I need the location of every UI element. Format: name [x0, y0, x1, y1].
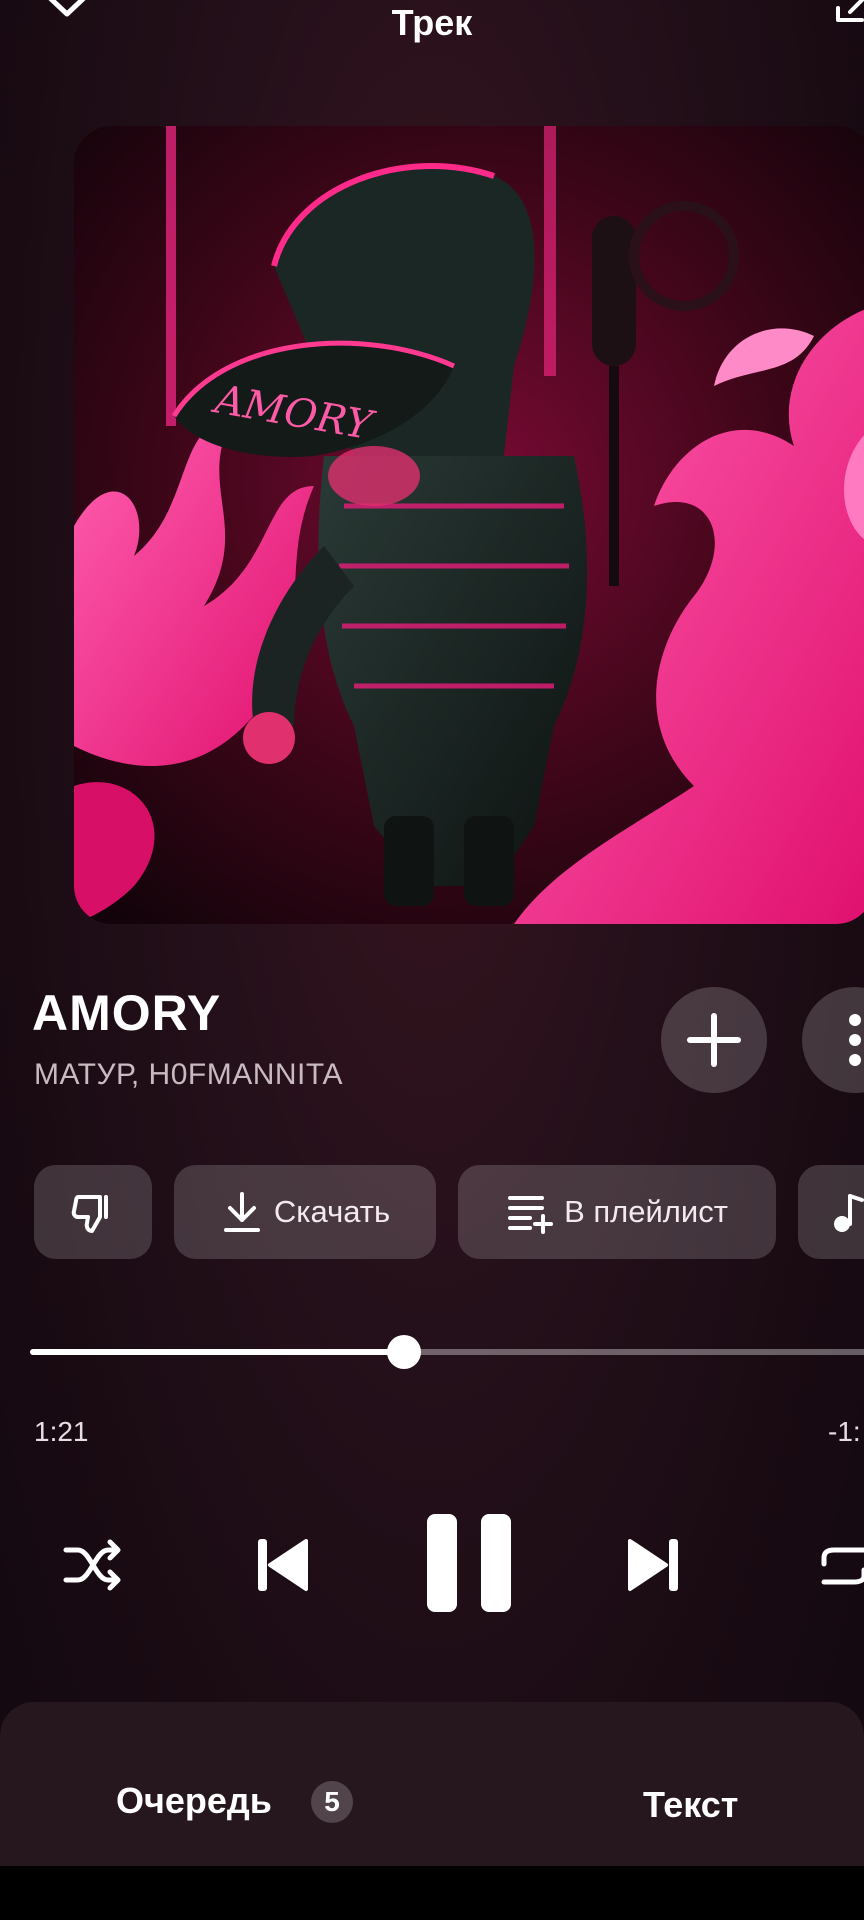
thumbs-down-icon — [71, 1195, 108, 1233]
track-artist[interactable]: МАТУР, H0FMANNITA — [34, 1058, 343, 1092]
repeat-icon[interactable] — [816, 1536, 864, 1596]
download-button[interactable]: Скачать — [174, 1165, 436, 1259]
remaining-time: -1: — [828, 1416, 861, 1447]
music-note-icon — [834, 1194, 864, 1232]
pause-icon[interactable] — [425, 1512, 513, 1616]
download-label: Скачать — [273, 1194, 391, 1229]
elapsed-time: 1:21 — [34, 1416, 89, 1447]
download-icon — [223, 1192, 260, 1232]
player-screen: Трек AMORY AMORY МАТУР, H0FMANNITA Скача… — [0, 0, 864, 1920]
add-to-library-button[interactable] — [661, 987, 767, 1093]
system-bottom-strip — [0, 1866, 864, 1920]
progress-bar[interactable] — [30, 1335, 864, 1369]
tab-queue[interactable]: Очередь — [116, 1780, 272, 1822]
track-title: AMORY — [32, 985, 222, 1041]
skip-previous-icon[interactable] — [256, 1535, 310, 1595]
playlist-label: В плейлист — [564, 1194, 728, 1229]
plus-icon — [687, 1013, 741, 1067]
share-icon[interactable] — [832, 0, 864, 26]
add-to-playlist-icon — [508, 1196, 554, 1234]
dislike-button[interactable] — [34, 1165, 152, 1259]
more-options-button[interactable] — [802, 987, 864, 1093]
tab-lyrics[interactable]: Текст — [643, 1784, 738, 1826]
progress-thumb[interactable] — [387, 1335, 421, 1369]
progress-fill — [30, 1349, 404, 1355]
add-to-playlist-button[interactable]: В плейлист — [458, 1165, 776, 1259]
page-title: Трек — [391, 2, 473, 43]
top-bar: Трек — [0, 0, 864, 60]
album-cover: AMORY — [74, 126, 864, 924]
more-vertical-icon — [849, 1014, 861, 1066]
extra-action-button[interactable] — [798, 1165, 864, 1259]
queue-count-badge: 5 — [311, 1781, 353, 1823]
skip-next-icon[interactable] — [626, 1535, 680, 1595]
shuffle-icon[interactable] — [62, 1536, 126, 1594]
